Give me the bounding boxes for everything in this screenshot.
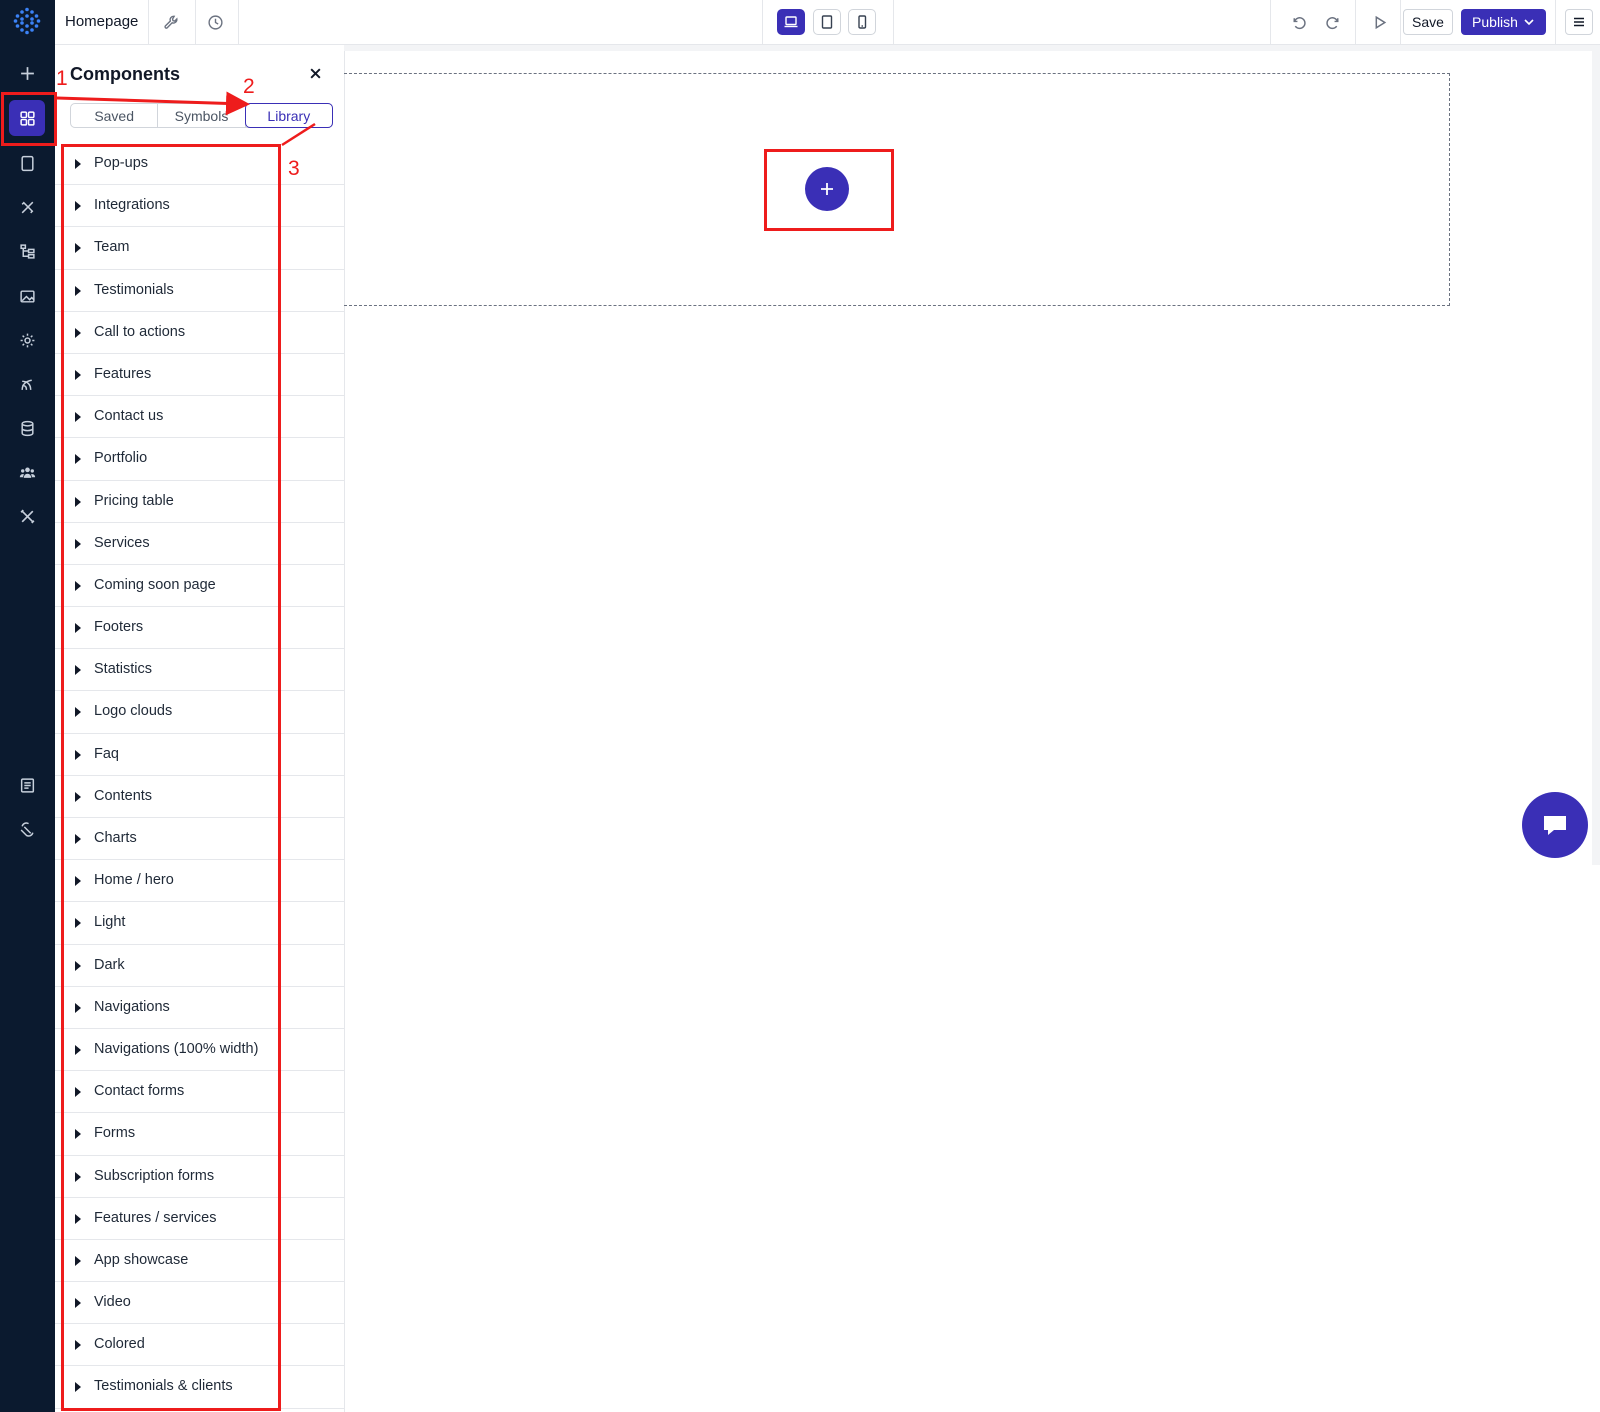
tablet-icon[interactable]	[813, 9, 841, 35]
tab-library[interactable]: Library	[244, 103, 333, 128]
annotation-box-1	[1, 92, 57, 146]
divider	[1555, 0, 1556, 44]
chat-support-button[interactable]	[1522, 792, 1588, 858]
mobile-icon[interactable]	[848, 9, 876, 35]
divider	[148, 0, 149, 44]
history-icon[interactable]	[202, 9, 228, 35]
annotation-number-2: 2	[243, 75, 255, 98]
divider	[762, 0, 763, 44]
page-title[interactable]: Homepage	[65, 13, 138, 30]
components-tabs: Saved Symbols Library	[70, 103, 333, 128]
docs-icon[interactable]	[9, 767, 45, 803]
divider	[1270, 0, 1271, 44]
app-logo-icon[interactable]	[13, 7, 41, 35]
tab-saved[interactable]: Saved	[71, 104, 159, 127]
empty-section-dropzone[interactable]	[344, 73, 1450, 306]
close-icon[interactable]	[305, 63, 325, 83]
desktop-icon[interactable]	[777, 9, 805, 35]
wrench-icon[interactable]	[158, 9, 184, 35]
annotation-box-3	[61, 144, 281, 1411]
panel-title: Components	[70, 64, 180, 84]
tools-icon[interactable]	[9, 498, 45, 534]
preview-play-icon[interactable]	[1366, 9, 1392, 35]
database-icon[interactable]	[9, 410, 45, 446]
page-icon[interactable]	[9, 145, 45, 181]
redo-icon[interactable]	[1320, 9, 1346, 35]
chevron-down-icon	[1524, 19, 1534, 26]
divider	[238, 0, 239, 44]
annotation-number-1: 1	[56, 67, 68, 90]
divider	[1355, 0, 1356, 44]
users-icon[interactable]	[9, 454, 45, 490]
plus-icon[interactable]	[9, 55, 45, 91]
integrations-icon[interactable]	[9, 366, 45, 402]
top-bar: Homepage	[55, 0, 1600, 45]
canvas-top-edge	[344, 45, 1600, 51]
divider	[893, 0, 894, 44]
settings-icon[interactable]	[9, 322, 45, 358]
annotation-number-3: 3	[288, 157, 300, 180]
undo-icon[interactable]	[1285, 9, 1311, 35]
canvas-scrollbar[interactable]	[1592, 51, 1600, 865]
publish-button[interactable]: Publish	[1461, 9, 1546, 35]
chat-icon	[1544, 816, 1566, 835]
image-icon[interactable]	[9, 278, 45, 314]
left-rail	[0, 0, 55, 1412]
divider	[1400, 0, 1401, 44]
annotation-box-add	[764, 149, 894, 231]
support-icon[interactable]	[9, 811, 45, 847]
sitemap-icon[interactable]	[9, 233, 45, 269]
divider	[195, 0, 196, 44]
tab-symbols[interactable]: Symbols	[158, 104, 246, 127]
save-button[interactable]: Save	[1403, 9, 1453, 35]
design-icon[interactable]	[9, 189, 45, 225]
publish-label: Publish	[1472, 14, 1518, 30]
hamburger-menu-icon[interactable]	[1565, 9, 1593, 35]
